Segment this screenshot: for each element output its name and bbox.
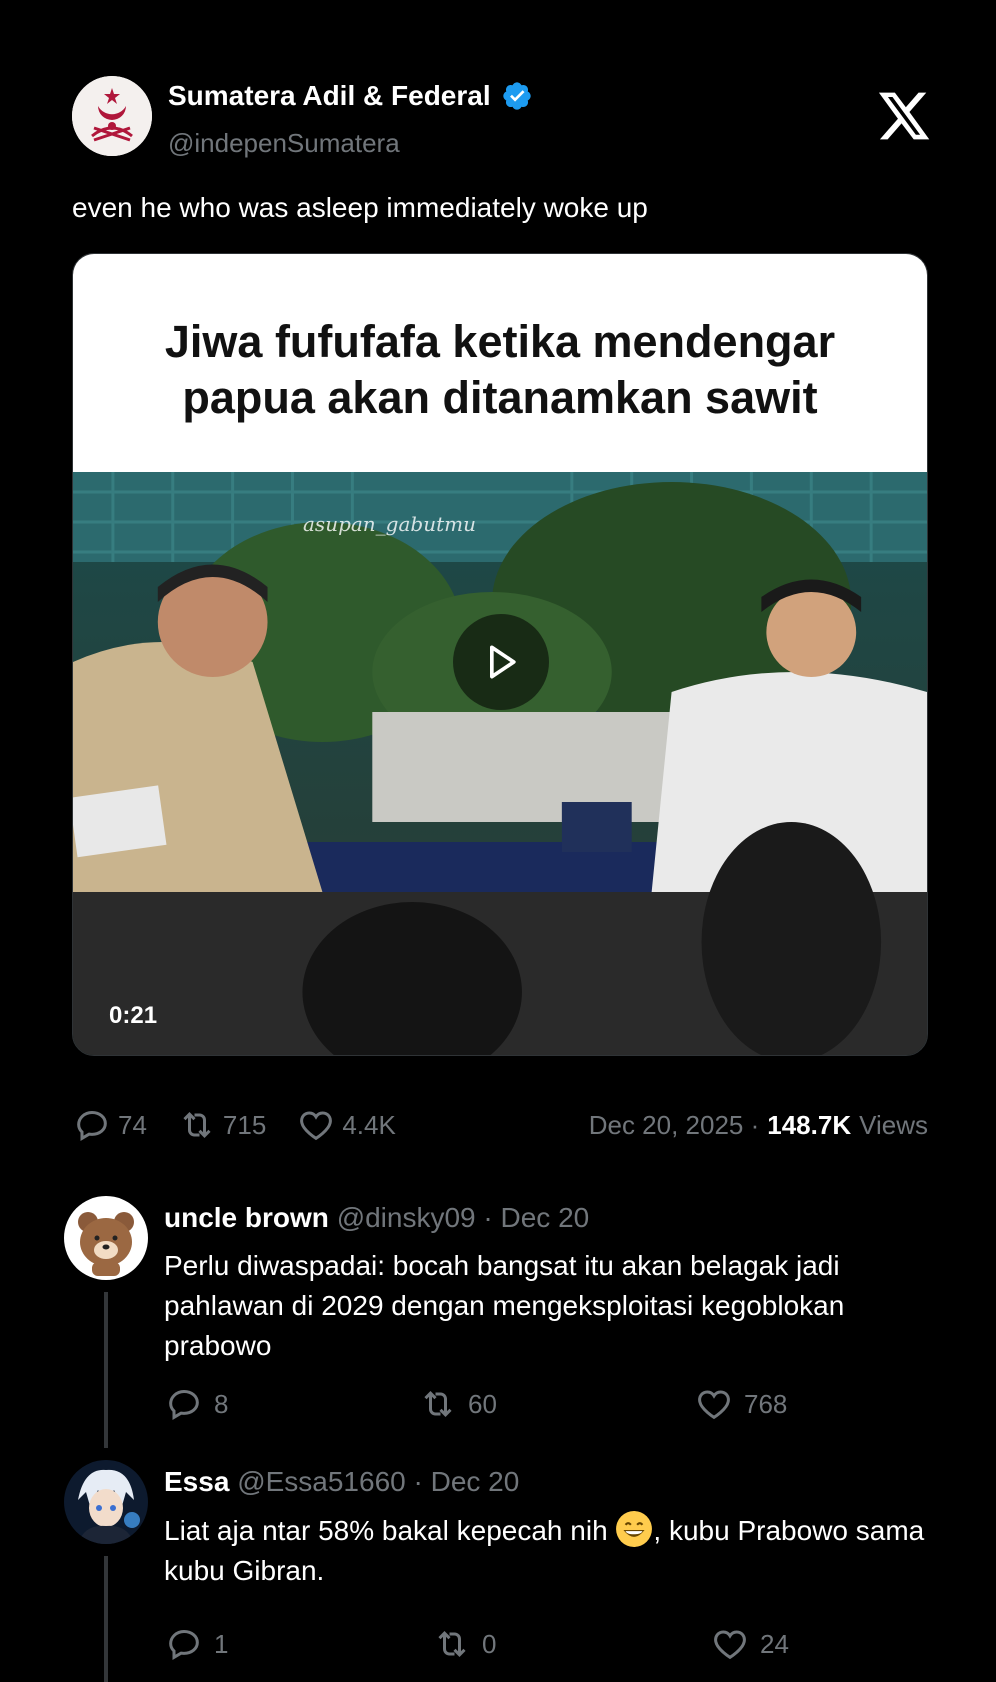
video-thumbnail — [73, 472, 927, 1055]
reply-icon — [77, 1110, 107, 1141]
anime-avatar-icon — [64, 1460, 148, 1544]
repost-count: 60 — [468, 1388, 497, 1419]
reply-count: 8 — [214, 1388, 229, 1419]
video-player[interactable]: Jiwa fufufafa ketika mendengar papua aka… — [72, 253, 928, 1056]
reply-item[interactable]: uncle brown @dinsky09 · Dec 20 Perlu diw… — [64, 1196, 944, 1448]
tweet-header: Sumatera Adil & Federal @indepenSumatera — [72, 76, 932, 158]
reply-header: uncle brown @dinsky09 · Dec 20 — [164, 1202, 589, 1234]
reply-actions: 1 0 24 — [164, 1624, 844, 1668]
reply-count: 74 — [118, 1109, 147, 1140]
reply-author-name[interactable]: Essa — [164, 1466, 229, 1497]
repost-button[interactable]: 0 — [432, 1624, 496, 1664]
tweet-text: even he who was asleep immediately woke … — [72, 192, 648, 223]
avatar[interactable] — [72, 76, 152, 156]
date-views: Dec 20, 2025 · 148.7K Views — [589, 1110, 928, 1141]
repost-count: 0 — [482, 1628, 497, 1659]
bear-avatar-icon — [64, 1196, 148, 1280]
handle[interactable]: @indepenSumatera — [168, 128, 400, 159]
video-caption-area: Jiwa fufufafa ketika mendengar papua aka… — [73, 254, 927, 472]
reply-item[interactable]: Essa @Essa51660 · Dec 20 Liat aja ntar 5… — [64, 1460, 944, 1682]
thread-line — [104, 1556, 108, 1682]
like-count: 4.4K — [342, 1109, 396, 1140]
reply-author-name[interactable]: uncle brown — [164, 1202, 329, 1233]
reply-header: Essa @Essa51660 · Dec 20 — [164, 1466, 519, 1498]
video-caption-line-2: papua akan ditanamkan sawit — [182, 372, 818, 423]
heart-icon — [300, 1111, 333, 1141]
grinning-face-emoji-icon — [616, 1511, 653, 1547]
repost-button[interactable]: 715 — [177, 1105, 266, 1145]
reply-meta[interactable]: @Essa51660 · Dec 20 — [237, 1466, 519, 1497]
reply-text-part-1: Liat aja ntar 58% bakal kepecah nih — [164, 1515, 608, 1546]
play-button[interactable] — [453, 614, 549, 710]
repost-icon — [424, 1391, 452, 1417]
repost-button[interactable]: 60 — [418, 1384, 497, 1424]
video-caption-line-1: Jiwa fufufafa ketika mendengar — [164, 316, 836, 367]
like-count: 768 — [744, 1388, 788, 1419]
video-duration: 0:21 — [109, 1002, 158, 1029]
reply-meta[interactable]: @dinsky09 · Dec 20 — [337, 1202, 590, 1233]
thread-line — [104, 1292, 108, 1448]
like-count: 24 — [760, 1628, 789, 1659]
reply-text: Perlu diwaspadai: bocah bangsat itu akan… — [164, 1250, 845, 1361]
repost-icon — [438, 1631, 466, 1657]
display-name[interactable]: Sumatera Adil & Federal — [168, 80, 491, 112]
like-button[interactable]: 4.4K — [296, 1105, 396, 1145]
heart-icon — [714, 1630, 746, 1660]
video-watermark: asupan_gabutmu — [303, 512, 476, 536]
crest-logo-icon — [72, 76, 152, 156]
repost-count: 715 — [222, 1109, 267, 1140]
views-label: Views — [859, 1109, 928, 1140]
tweet-date[interactable]: Dec 20, 2025 · — [589, 1110, 760, 1141]
verified-badge-icon — [502, 82, 531, 110]
avatar[interactable] — [64, 1196, 148, 1280]
like-button[interactable]: 768 — [694, 1384, 787, 1424]
reply-button[interactable]: 8 — [164, 1384, 228, 1424]
reply-button[interactable]: 1 — [164, 1624, 228, 1664]
heart-icon — [698, 1390, 730, 1420]
video-caption: Jiwa fufufafa ketika mendengar papua aka… — [73, 314, 927, 426]
repost-icon — [183, 1112, 211, 1138]
avatar[interactable] — [64, 1460, 148, 1544]
reply-text: Liat aja ntar 58% bakal kepecah nih , ku… — [164, 1510, 954, 1591]
x-logo-icon[interactable] — [876, 90, 932, 142]
like-button[interactable]: 24 — [710, 1624, 789, 1664]
reply-actions: 8 60 768 — [164, 1384, 844, 1428]
reply-icon — [169, 1389, 199, 1420]
reply-icon — [169, 1629, 199, 1660]
tweet-stats: 74 715 4.4K Dec 20, 2025 · 148.7K Views — [72, 1102, 928, 1148]
reply-button[interactable]: 74 — [72, 1105, 147, 1145]
reply-count: 1 — [214, 1628, 229, 1659]
play-icon — [490, 645, 516, 679]
views-count: 148.7K — [767, 1109, 852, 1140]
